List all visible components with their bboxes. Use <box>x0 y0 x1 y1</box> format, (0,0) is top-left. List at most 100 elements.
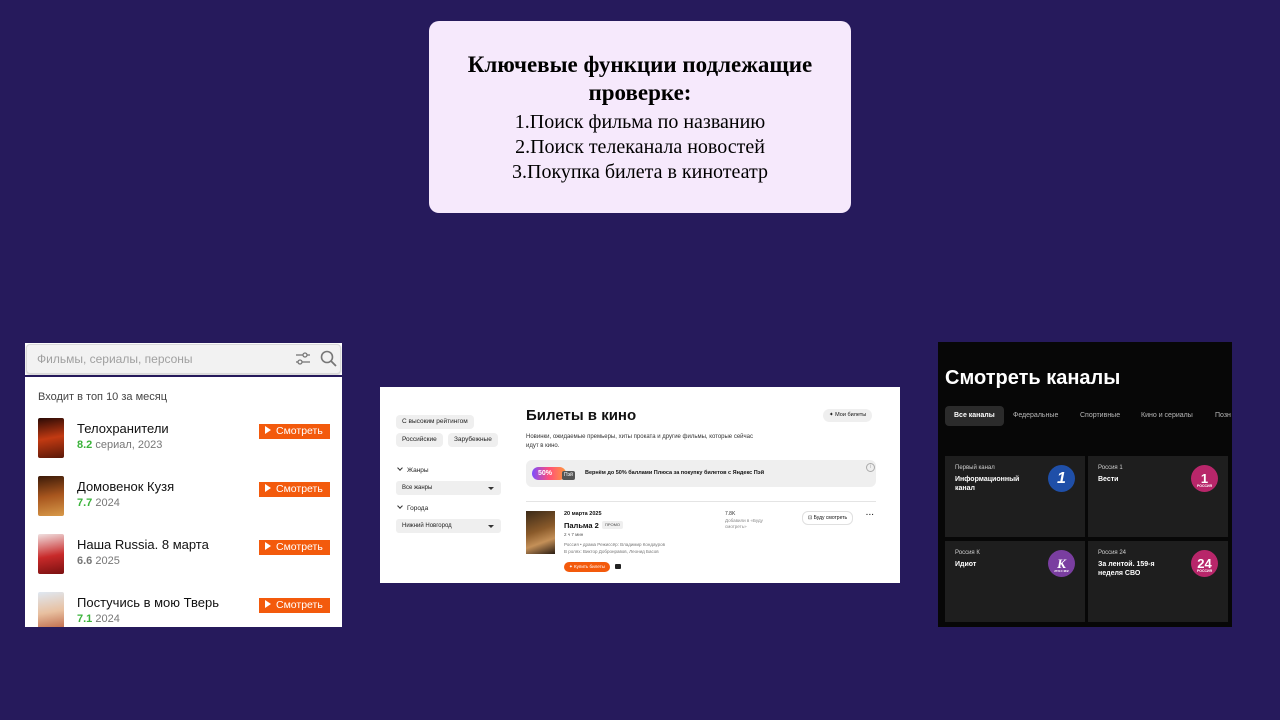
tab-all-channels[interactable]: Все каналы <box>945 406 1004 426</box>
channel-name: Первый канал <box>955 465 995 471</box>
cinema-tickets-panel: С высоким рейтингом Российские Зарубежны… <box>380 387 900 583</box>
movie-meta: 7.7 2024 <box>77 497 120 509</box>
cities-label[interactable]: Города <box>397 503 429 512</box>
title-item-1: 1.Поиск фильма по названию <box>514 111 766 133</box>
movie-title[interactable]: Телохранители <box>77 421 169 436</box>
dropdown-heading: Входит в топ 10 за месяц <box>38 391 168 403</box>
movie-title[interactable]: Постучись в мою Тверь <box>77 595 219 610</box>
genres-select[interactable]: Все жанры <box>396 481 501 495</box>
channel-program: Вести <box>1098 476 1119 483</box>
channel-name: Россия К <box>955 550 980 556</box>
genres-label[interactable]: Жанры <box>397 465 429 474</box>
watch-button[interactable]: Смотреть <box>259 424 330 439</box>
movie-meta: 7.1 2024 <box>77 613 120 625</box>
city-select[interactable]: Нижний Новгород <box>396 519 501 533</box>
title-item-2: 2.Поиск телеканала новостей <box>515 136 765 158</box>
play-icon <box>265 426 271 435</box>
title-heading: Ключевые функции подлежащие проверке: <box>467 52 813 105</box>
logo-sub: РОССИЯ <box>1196 484 1213 488</box>
search-result-item[interactable]: Телохранители 8.2 сериал, 2023 Смотреть <box>25 418 342 468</box>
tab-movies-series[interactable]: Кино и сериалы <box>1132 406 1202 426</box>
movie-rating: 7.1 <box>77 613 93 625</box>
watch-button[interactable]: Смотреть <box>259 598 330 613</box>
watch-button-label: Смотреть <box>276 483 323 495</box>
genres-label-text: Жанры <box>407 467 429 474</box>
channel-card[interactable]: Россия 1 Вести 1 РОССИЯ <box>1088 456 1228 537</box>
movie-info: 2025 <box>95 555 120 567</box>
russia-1-logo-icon: 1 РОССИЯ <box>1191 465 1218 492</box>
filter-foreign[interactable]: Зарубежные <box>448 433 498 447</box>
dropdown-arrow-icon <box>488 525 494 528</box>
buy-tickets-button[interactable]: ✦ Купить билеты <box>564 562 610 572</box>
film-cast: В ролях: Виктор Добронравов, Леонид Басо… <box>564 549 659 554</box>
movie-search-panel: Входит в топ 10 за месяц Телохранители 8… <box>25 343 342 627</box>
search-input[interactable] <box>37 350 277 368</box>
watch-button[interactable]: Смотреть <box>259 540 330 555</box>
my-tickets-button[interactable]: ✦ Мои билеты <box>823 409 873 422</box>
city-select-value: Нижний Новгород <box>402 523 452 529</box>
channel-name: Россия 24 <box>1098 550 1127 556</box>
channel-one-logo-icon: 1 <box>1048 465 1075 492</box>
tv-channels-panel: Смотреть каналы Все каналы Федеральные С… <box>938 342 1232 627</box>
will-watch-label: Буду смотреть <box>813 515 848 521</box>
page-title: Билеты в кино <box>526 407 637 424</box>
film-info: Россия • драма Режиссёр: Владимир Кондау… <box>564 542 666 547</box>
search-icon[interactable] <box>320 350 337 367</box>
film-want-count: Добавили в «Буду смотреть» <box>725 518 763 529</box>
movie-rating: 6.6 <box>77 555 93 567</box>
play-icon <box>265 600 271 609</box>
will-watch-button[interactable]: ⊡ Буду смотреть <box>802 511 854 525</box>
tab-sports[interactable]: Спортивные <box>1071 406 1129 426</box>
channel-card[interactable]: Россия К Идиот К РОССИЯ <box>945 541 1085 622</box>
channel-card[interactable]: Первый канал Информационный канал 1 <box>945 456 1085 537</box>
search-result-item[interactable]: Наша Russia. 8 марта 6.6 2025 Смотреть <box>25 534 342 584</box>
movie-title[interactable]: Домовенок Кузя <box>77 479 174 494</box>
movie-poster <box>38 592 64 627</box>
film-duration: 2 ч 7 мин <box>564 532 584 537</box>
play-icon <box>265 542 271 551</box>
divider <box>526 501 876 502</box>
movie-poster <box>38 418 64 458</box>
channel-card[interactable]: Россия 24 За лентой. 159-я неделя СВО 24… <box>1088 541 1228 622</box>
movie-poster <box>38 476 64 516</box>
more-icon[interactable]: ··· <box>866 512 875 519</box>
logo-sub: РОССИЯ <box>1196 569 1213 573</box>
movie-info: 2024 <box>95 613 120 625</box>
watch-button-label: Смотреть <box>276 425 323 437</box>
movie-info: сериал, 2023 <box>95 439 163 451</box>
title-card: Ключевые функции подлежащие проверке: 1.… <box>429 21 851 213</box>
buy-tickets-label: Купить билеты <box>574 564 605 569</box>
ticket-icon[interactable] <box>615 564 621 569</box>
filter-high-rating[interactable]: С высоким рейтингом <box>396 415 474 429</box>
chevron-down-icon <box>397 465 403 471</box>
title-item-3: 3.Покупка билета в кинотеатр <box>512 161 768 183</box>
watch-button-label: Смотреть <box>276 541 323 553</box>
logo-sub: РОССИЯ <box>1054 569 1069 573</box>
search-result-item[interactable]: Постучись в мою Тверь 7.1 2024 Смотреть <box>25 592 342 627</box>
promo-text: Вернём до 50% баллами Плюса за покупку б… <box>585 470 765 476</box>
search-divider <box>25 375 342 377</box>
watch-button-label: Смотреть <box>276 599 323 611</box>
movie-rating: 8.2 <box>77 439 93 451</box>
tab-federal[interactable]: Федеральные <box>1004 406 1067 426</box>
movie-meta: 6.6 2025 <box>77 555 120 567</box>
channel-program: Идиот <box>955 561 977 568</box>
tab-educational[interactable]: Позн <box>1206 406 1232 426</box>
cities-label-text: Города <box>407 505 429 512</box>
russia-24-logo-icon: 24 РОССИЯ <box>1191 550 1218 577</box>
filter-icon[interactable] <box>295 351 311 367</box>
film-poster[interactable] <box>526 511 555 554</box>
search-result-item[interactable]: Домовенок Кузя 7.7 2024 Смотреть <box>25 476 342 526</box>
page-description: Новинки, ожидаемые премьеры, хиты прокат… <box>526 434 753 449</box>
watch-button[interactable]: Смотреть <box>259 482 330 497</box>
film-title[interactable]: Пальма 2 <box>564 521 599 530</box>
chevron-down-icon <box>397 503 403 509</box>
dropdown-arrow-icon <box>488 487 494 490</box>
filter-russian[interactable]: Российские <box>396 433 443 447</box>
movie-title[interactable]: Наша Russia. 8 марта <box>77 537 209 552</box>
pay-badge: Пэй <box>562 471 575 480</box>
info-icon[interactable]: i <box>866 463 875 472</box>
film-rating: 7.8K <box>725 511 736 517</box>
page-title: Смотреть каналы <box>945 367 1121 389</box>
promo-banner[interactable]: 50% Пэй Вернём до 50% баллами Плюса за п… <box>526 460 876 487</box>
